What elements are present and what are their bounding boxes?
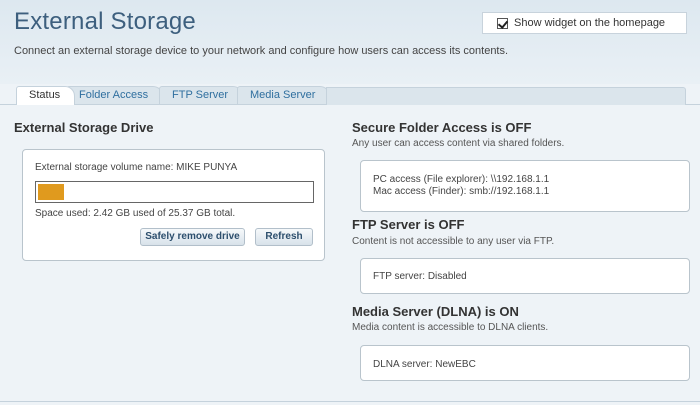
safely-remove-drive-button[interactable]: Safely remove drive xyxy=(140,228,245,246)
page-header: External Storage Connect an external sto… xyxy=(0,0,700,84)
show-widget-toggle[interactable]: Show widget on the homepage xyxy=(482,12,687,34)
tab-strip-end xyxy=(326,87,686,105)
ftp-panel: FTP server: Disabled xyxy=(360,258,690,294)
page-title: External Storage xyxy=(14,8,196,35)
show-widget-label: Show widget on the homepage xyxy=(514,17,666,29)
dlna-status: DLNA server: NewEBC xyxy=(373,359,476,370)
status-content: External Storage Drive External storage … xyxy=(0,105,700,405)
media-heading: Media Server (DLNA) is ON xyxy=(352,304,519,319)
media-panel: DLNA server: NewEBC xyxy=(360,345,690,381)
tab-status[interactable]: Status xyxy=(16,86,76,105)
ftp-heading: FTP Server is OFF xyxy=(352,217,465,232)
storage-progress-bar xyxy=(35,181,314,203)
ftp-subtitle: Content is not accessible to any user vi… xyxy=(352,236,555,247)
drive-heading: External Storage Drive xyxy=(14,120,154,135)
volume-name: External storage volume name: MIKE PUNYA xyxy=(35,162,238,173)
secure-folder-panel: PC access (File explorer): \\192.168.1.1… xyxy=(360,160,690,212)
checkbox-checked-icon[interactable] xyxy=(497,17,508,29)
mac-access: Mac access (Finder): smb://192.168.1.1 xyxy=(373,186,550,197)
refresh-button[interactable]: Refresh xyxy=(255,228,313,246)
tab-bar: Status Folder Access FTP Server Media Se… xyxy=(0,84,700,105)
tab-media-server[interactable]: Media Server xyxy=(237,86,331,104)
space-used: Space used: 2.42 GB used of 25.37 GB tot… xyxy=(35,208,236,219)
tab-ftp-server[interactable]: FTP Server xyxy=(159,86,244,104)
ftp-status: FTP server: Disabled xyxy=(373,271,467,282)
drive-panel: External storage volume name: MIKE PUNYA… xyxy=(22,149,325,261)
tab-folder-access[interactable]: Folder Access xyxy=(66,86,164,104)
secure-folder-heading: Secure Folder Access is OFF xyxy=(352,120,532,135)
secure-folder-subtitle: Any user can access content via shared f… xyxy=(352,138,565,149)
pc-access: PC access (File explorer): \\192.168.1.1 xyxy=(373,174,550,185)
media-subtitle: Media content is accessible to DLNA clie… xyxy=(352,322,549,333)
bottom-divider xyxy=(0,401,700,402)
page-description: Connect an external storage device to yo… xyxy=(14,45,509,57)
storage-progress-fill xyxy=(38,184,64,200)
